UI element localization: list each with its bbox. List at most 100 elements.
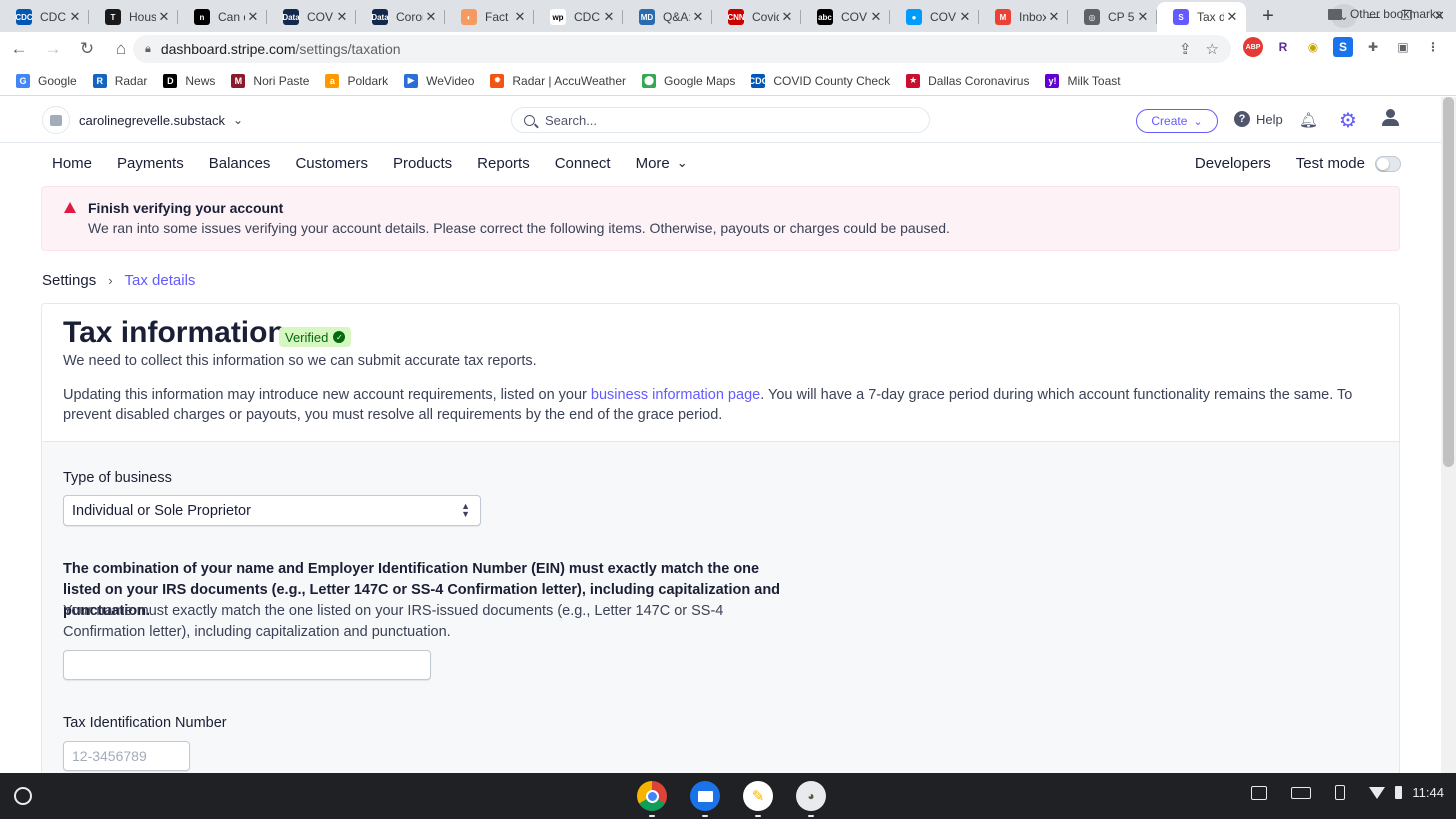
bookmark-item[interactable]: ✹ Radar | AccuWeather (490, 73, 626, 88)
browser-tab[interactable]: ◎ CP 575✕ (1068, 2, 1157, 32)
search-input[interactable]: Search... (511, 107, 930, 133)
nav-item-customers[interactable]: Customers (295, 155, 368, 172)
close-tab-icon[interactable]: ✕ (779, 9, 795, 25)
r-extension-icon[interactable]: R (1273, 37, 1293, 57)
help-button[interactable]: ? Help (1234, 111, 1283, 127)
download-tray-icon[interactable] (1251, 785, 1268, 800)
radar-icon: R (92, 73, 107, 88)
bookmark-item[interactable]: y! Milk Toast (1045, 73, 1121, 88)
user-icon[interactable] (1381, 108, 1401, 128)
factcheck-icon: ◐ (461, 9, 477, 25)
nav-item-more[interactable]: More (636, 155, 670, 172)
home-button[interactable]: ⌂ (106, 34, 136, 64)
create-button[interactable]: Create ⌄ (1136, 109, 1218, 133)
browser-tab[interactable]: abc COVID news✕ (801, 2, 890, 32)
adblock-extension-icon[interactable]: ABP (1243, 37, 1263, 57)
bookmark-item[interactable]: ⬤ Google Maps (642, 73, 735, 88)
legal-name-input[interactable] (63, 650, 431, 680)
gear-icon[interactable]: ⚙ (1339, 108, 1357, 133)
business-information-link[interactable]: business information page (591, 387, 760, 403)
close-tab-icon[interactable]: ✕ (1224, 9, 1240, 25)
nav-item-connect[interactable]: Connect (555, 155, 611, 172)
business-type-select[interactable]: Individual or Sole Proprietor ▲ ▼ (63, 495, 481, 526)
other-bookmarks[interactable]: Other bookmarks (1327, 7, 1442, 21)
gimp-app[interactable]: ◕ (793, 780, 829, 817)
developers-link[interactable]: Developers (1195, 155, 1271, 172)
test-mode-toggle[interactable] (1375, 155, 1401, 172)
close-tab-icon[interactable]: ✕ (957, 9, 973, 25)
close-tab-icon[interactable]: ✕ (67, 9, 83, 25)
bookmark-item[interactable]: CDC COVID County Check (749, 73, 890, 88)
new-tab-button[interactable]: + (1254, 2, 1282, 30)
breadcrumb-settings[interactable]: Settings (42, 272, 96, 289)
s-extension-icon[interactable]: S (1333, 37, 1353, 57)
honey-extension-icon[interactable]: ◉ (1303, 37, 1323, 57)
close-tab-icon[interactable]: ✕ (1135, 9, 1151, 25)
close-tab-icon[interactable]: ✕ (1046, 9, 1062, 25)
store-icon (42, 106, 70, 134)
browser-tab[interactable]: CDC CDC COVID Data Tracker✕ (0, 2, 89, 32)
share-icon[interactable]: ⇪ (1179, 40, 1192, 58)
bookmark-item[interactable]: M Nori Paste (231, 73, 309, 88)
nav-item-reports[interactable]: Reports (477, 155, 530, 172)
keyboard-icon[interactable] (1291, 786, 1312, 799)
tab-title: House Republicans (129, 10, 156, 24)
wifi-icon (1369, 786, 1386, 799)
close-tab-icon[interactable]: ✕ (868, 9, 884, 25)
puzzle-extensions-icon[interactable]: ✚ (1363, 37, 1383, 57)
browser-tab[interactable]: CNN Covid cases✕ (712, 2, 801, 32)
forward-button[interactable]: → (38, 34, 68, 64)
nav-item-balances[interactable]: Balances (209, 155, 271, 172)
bookmark-item[interactable]: ▶ WeVideo (404, 73, 474, 88)
news-icon: n (194, 9, 210, 25)
phone-hub-icon[interactable] (1335, 785, 1346, 800)
browser-tab[interactable]: wp CDC data✕ (534, 2, 623, 32)
page-scrollbar[interactable] (1441, 97, 1456, 773)
scrollbar-thumb[interactable] (1443, 97, 1454, 467)
bookmark-item[interactable]: a Poldark (325, 73, 388, 88)
bookmark-item[interactable]: ★ Dallas Coronavirus (906, 73, 1029, 88)
browser-tab[interactable]: Data Coronavirus Data✕ (356, 2, 445, 32)
account-switcher[interactable]: carolinegrevelle.substack ⌄ (42, 106, 243, 134)
nav-item-home[interactable]: Home (52, 155, 92, 172)
tin-input[interactable]: 12-3456789 (63, 741, 190, 771)
bookmark-item[interactable]: R Radar (92, 73, 147, 88)
files-app[interactable] (687, 780, 723, 817)
business-type-value: Individual or Sole Proprietor (72, 502, 251, 519)
test-mode-label: Test mode (1295, 155, 1365, 172)
close-tab-icon[interactable]: ✕ (334, 9, 350, 25)
close-tab-icon[interactable]: ✕ (601, 9, 617, 25)
address-bar[interactable]: 🔒︎ dashboard.stripe.com/settings/taxatio… (133, 35, 1231, 63)
close-tab-icon[interactable]: ✕ (423, 9, 439, 25)
browser-tab[interactable]: n Can drugs✕ (178, 2, 267, 32)
tab-title: CDC data (574, 10, 601, 24)
browser-tab[interactable]: ◐ Fact Check✕ (445, 2, 534, 32)
star-icon: ★ (906, 73, 921, 88)
reload-button[interactable]: ↻ (72, 34, 102, 64)
browser-tab[interactable]: ● COVID today✕ (890, 2, 979, 32)
nav-item-products[interactable]: Products (393, 155, 452, 172)
keep-app[interactable]: ✎ (740, 780, 776, 817)
other-bookmarks-label: Other bookmarks (1349, 7, 1442, 21)
browser-tab[interactable]: S Tax details✕ (1157, 2, 1246, 32)
bell-icon[interactable]: 🔔︎ (1299, 111, 1318, 129)
bookmark-item[interactable]: D News (163, 73, 215, 88)
browser-tab[interactable]: T House Republicans✕ (89, 2, 178, 32)
close-tab-icon[interactable]: ✕ (690, 9, 706, 25)
menu-kebab-icon[interactable]: ⋮ (1423, 37, 1443, 57)
close-tab-icon[interactable]: ✕ (512, 9, 528, 25)
nav-item-payments[interactable]: Payments (117, 155, 184, 172)
browser-tab[interactable]: MD Q&A: COVID✕ (623, 2, 712, 32)
side-panel-icon[interactable]: ▣ (1393, 37, 1413, 57)
close-tab-icon[interactable]: ✕ (245, 9, 261, 25)
browser-tab[interactable]: M Inbox ✕ (979, 2, 1068, 32)
launcher-icon[interactable] (14, 787, 32, 805)
status-area[interactable]: 11:44 (1369, 785, 1444, 800)
bookmark-star-icon[interactable]: ☆ (1206, 40, 1219, 58)
close-tab-icon[interactable]: ✕ (156, 9, 172, 25)
chrome-app[interactable] (634, 780, 670, 817)
back-button[interactable]: ← (4, 34, 34, 64)
breadcrumb-current[interactable]: Tax details (125, 272, 196, 289)
browser-tab[interactable]: Data COVID Data✕ (267, 2, 356, 32)
bookmark-item[interactable]: G Google (16, 73, 77, 88)
